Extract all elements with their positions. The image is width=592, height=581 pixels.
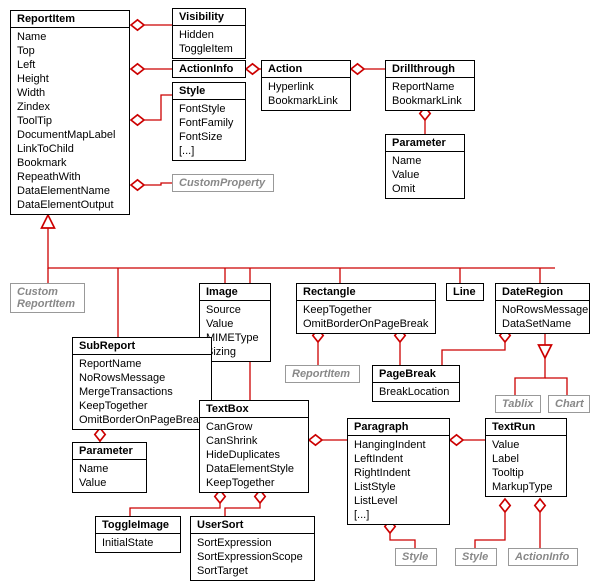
class-style-ref-paragraph: Style [395,548,437,566]
class-page-break: PageBreak BreakLocation [372,365,460,402]
class-line: Line [446,283,484,301]
class-rectangle: Rectangle KeepTogether OmitBorderOnPageB… [296,283,436,334]
class-parameter: Parameter Name Value Omit [385,134,465,199]
class-action: Action Hyperlink BookmarkLink [261,60,351,111]
class-tablix: Tablix [495,395,541,413]
class-visibility: Visibility Hidden ToggleItem [172,8,246,59]
class-text-run: TextRun Value Label Tooltip MarkupType [485,418,567,497]
class-paragraph: Paragraph HangingIndent LeftIndent Right… [347,418,450,525]
class-props: Name Top Left Height Width Zindex ToolTi… [11,27,129,214]
class-date-region: DateRegion NoRowsMessage DataSetName [495,283,590,334]
class-toggle-image: ToggleImage InitialState [95,516,181,553]
class-chart: Chart [548,395,590,413]
class-custom-property: CustomProperty [172,174,274,192]
class-sub-report: SubReport ReportName NoRowsMessage Merge… [72,337,212,430]
class-text-box: TextBox CanGrow CanShrink HideDuplicates… [199,400,309,493]
class-style-ref-textrun: Style [455,548,497,566]
class-action-info: ActionInfo [172,60,246,78]
class-report-item: ReportItem Name Top Left Height Width Zi… [10,10,130,215]
class-custom-report-item: Custom ReportItem [10,283,85,313]
class-parameter-2: Parameter Name Value [72,442,147,493]
class-drillthrough: Drillthrough ReportName BookmarkLink [385,60,475,111]
class-title: ReportItem [11,11,129,27]
class-action-info-ref: ActionInfo [508,548,578,566]
class-user-sort: UserSort SortExpression SortExpressionSc… [190,516,315,581]
class-style: Style FontStyle FontFamily FontSize [...… [172,82,246,161]
class-report-item-ref: ReportItem [285,365,360,383]
